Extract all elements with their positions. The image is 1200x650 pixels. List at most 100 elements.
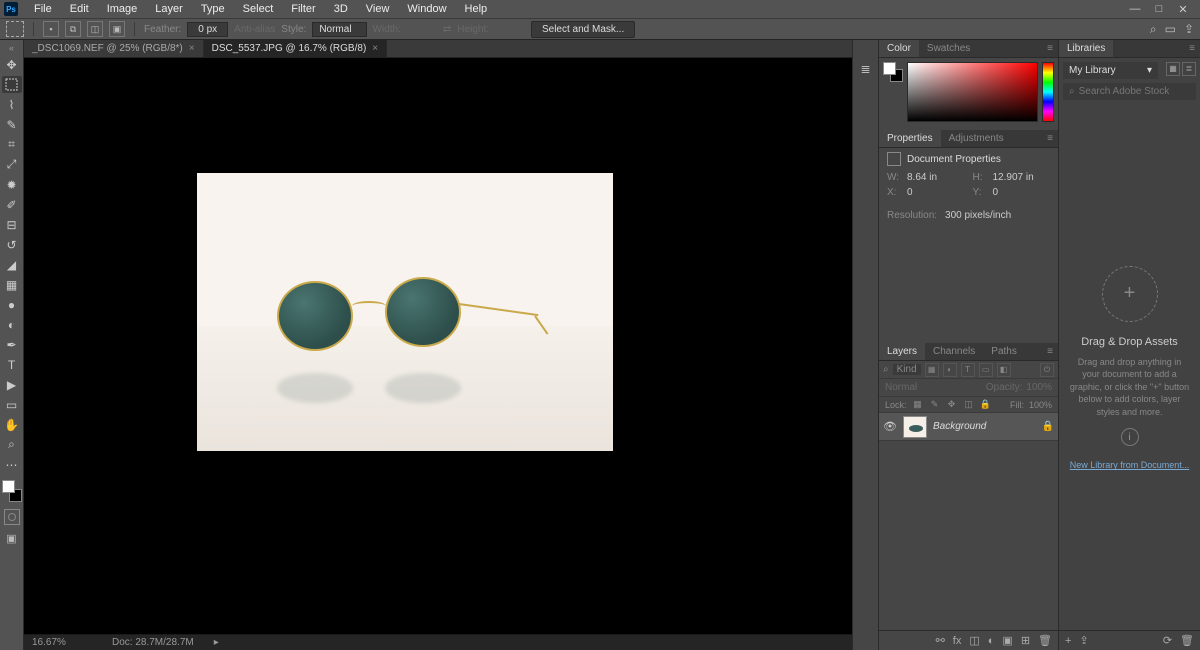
layer-name[interactable]: Background <box>933 421 1036 432</box>
quick-select-tool[interactable]: ✎ <box>2 116 22 133</box>
adjustment-layer-icon[interactable]: ◐ <box>988 635 995 647</box>
shape-tool[interactable]: ▭ <box>2 396 22 413</box>
crop-tool[interactable]: ⌗ <box>2 136 22 153</box>
panel-menu-icon[interactable]: ≡ <box>1184 40 1200 57</box>
healing-brush-tool[interactable]: ✹ <box>2 176 22 193</box>
library-sync-icon[interactable]: ⟳ <box>1163 634 1172 647</box>
window-close[interactable]: ✕ <box>1176 3 1190 16</box>
menu-window[interactable]: Window <box>399 1 454 17</box>
color-field[interactable] <box>907 62 1038 122</box>
blur-tool[interactable]: ● <box>2 296 22 313</box>
layer-fx-icon[interactable]: fx <box>953 635 962 647</box>
filter-toggle[interactable]: ⏻ <box>1040 363 1054 377</box>
menu-edit[interactable]: Edit <box>62 1 97 17</box>
library-search-input[interactable]: ⌕ Search Adobe Stock <box>1063 83 1196 100</box>
library-add-icon[interactable]: + <box>1065 635 1071 647</box>
canvas-viewport[interactable] <box>24 58 852 634</box>
library-upload-icon[interactable]: ⇪ <box>1079 634 1088 647</box>
link-layers-icon[interactable]: ⚯ <box>936 634 945 647</box>
history-brush-tool[interactable]: ↺ <box>2 236 22 253</box>
quick-mask-toggle[interactable] <box>4 509 20 525</box>
new-layer-icon[interactable]: ⊞ <box>1021 634 1030 647</box>
tab-properties[interactable]: Properties <box>879 130 941 147</box>
screen-mode-toggle[interactable]: ▣ <box>6 532 16 545</box>
foreground-background-colors[interactable] <box>2 480 22 502</box>
menu-image[interactable]: Image <box>99 1 146 17</box>
close-tab-icon[interactable]: × <box>189 43 195 54</box>
layer-row[interactable]: 👁 Background 🔒 <box>879 413 1058 441</box>
hue-slider[interactable] <box>1042 62 1054 122</box>
search-icon[interactable]: ⌕ <box>1150 22 1157 37</box>
library-dropdown[interactable]: My Library▾ <box>1063 62 1158 79</box>
color-fgbg-swatch[interactable] <box>883 62 903 82</box>
filter-kind-icon[interactable]: ⌕ <box>883 364 889 375</box>
zoom-level[interactable]: 16.67% <box>32 637 92 648</box>
tab-libraries[interactable]: Libraries <box>1059 40 1113 57</box>
menu-3d[interactable]: 3D <box>326 1 356 17</box>
close-tab-icon[interactable]: × <box>372 43 378 54</box>
lock-all-icon[interactable]: 🔒 <box>980 399 992 411</box>
filter-pixel-icon[interactable]: ▦ <box>925 363 939 377</box>
layer-visibility-icon[interactable]: 👁 <box>883 420 897 433</box>
share-icon[interactable]: ⇪ <box>1184 22 1194 37</box>
doc-size[interactable]: Doc: 28.7M/28.7M <box>112 637 194 648</box>
layer-group-icon[interactable]: ▣ <box>1002 634 1012 647</box>
canvas[interactable] <box>197 173 613 451</box>
menu-type[interactable]: Type <box>193 1 233 17</box>
document-tab[interactable]: _DSC1069.NEF @ 25% (RGB/8*)× <box>24 40 204 57</box>
path-select-tool[interactable]: ▶ <box>2 376 22 393</box>
selection-subtract-icon[interactable]: ◫ <box>87 21 103 37</box>
menu-help[interactable]: Help <box>457 1 496 17</box>
tab-color[interactable]: Color <box>879 40 919 57</box>
tab-layers[interactable]: Layers <box>879 343 925 360</box>
tab-adjustments[interactable]: Adjustments <box>941 130 1012 147</box>
current-tool-icon[interactable] <box>6 21 24 37</box>
layer-lock-icon[interactable]: 🔒 <box>1042 421 1054 432</box>
library-list-view-icon[interactable]: ≣ <box>1182 62 1196 76</box>
tab-channels[interactable]: Channels <box>925 343 983 360</box>
menu-view[interactable]: View <box>358 1 398 17</box>
menu-select[interactable]: Select <box>235 1 282 17</box>
selection-intersect-icon[interactable]: ▣ <box>109 21 125 37</box>
opacity-value[interactable]: 100% <box>1026 382 1052 393</box>
lock-position-icon[interactable]: ✥ <box>946 399 958 411</box>
zoom-tool[interactable]: ⌕ <box>2 436 22 453</box>
document-tab[interactable]: DSC_5537.JPG @ 16.7% (RGB/8)× <box>204 40 388 57</box>
filter-type-icon[interactable]: T <box>961 363 975 377</box>
lock-transparent-icon[interactable]: ▦ <box>912 399 924 411</box>
selection-add-icon[interactable]: ⧉ <box>65 21 81 37</box>
lasso-tool[interactable]: ⌇ <box>2 96 22 113</box>
clone-stamp-tool[interactable]: ⊟ <box>2 216 22 233</box>
marquee-tool[interactable] <box>2 76 22 93</box>
filter-adjust-icon[interactable]: ◐ <box>943 363 957 377</box>
lock-pixels-icon[interactable]: ✎ <box>929 399 941 411</box>
new-library-link[interactable]: New Library from Document... <box>1070 460 1190 470</box>
pen-tool[interactable]: ✒ <box>2 336 22 353</box>
hand-tool[interactable]: ✋ <box>2 416 22 433</box>
dodge-tool[interactable]: ◐ <box>2 316 22 333</box>
filter-smart-icon[interactable]: ◧ <box>997 363 1011 377</box>
history-panel-icon[interactable]: ≣ <box>857 60 875 78</box>
info-icon[interactable]: i <box>1121 428 1139 446</box>
type-tool[interactable]: T <box>2 356 22 373</box>
edit-toolbar[interactable]: ⋯ <box>2 456 22 473</box>
toolbar-collapse-icon[interactable]: « <box>9 43 14 53</box>
eyedropper-tool[interactable]: ⤢ <box>2 156 22 173</box>
menu-filter[interactable]: Filter <box>283 1 323 17</box>
tab-swatches[interactable]: Swatches <box>919 40 978 57</box>
filter-shape-icon[interactable]: ▭ <box>979 363 993 377</box>
blend-mode-dropdown[interactable]: Normal <box>885 382 917 393</box>
filter-kind-dropdown[interactable]: Kind <box>893 364 921 375</box>
layer-mask-icon[interactable]: ◫ <box>969 634 979 647</box>
panel-menu-icon[interactable]: ≡ <box>1042 40 1058 57</box>
panel-menu-icon[interactable]: ≡ <box>1042 130 1058 147</box>
tab-paths[interactable]: Paths <box>983 343 1025 360</box>
library-grid-view-icon[interactable]: ▦ <box>1166 62 1180 76</box>
fill-value[interactable]: 100% <box>1029 400 1052 410</box>
move-tool[interactable]: ✥ <box>2 56 22 73</box>
brush-tool[interactable]: ✐ <box>2 196 22 213</box>
panel-menu-icon[interactable]: ≡ <box>1042 343 1058 360</box>
menu-layer[interactable]: Layer <box>147 1 191 17</box>
window-minimize[interactable]: — <box>1128 3 1142 16</box>
feather-input[interactable]: 0 px <box>187 22 228 37</box>
